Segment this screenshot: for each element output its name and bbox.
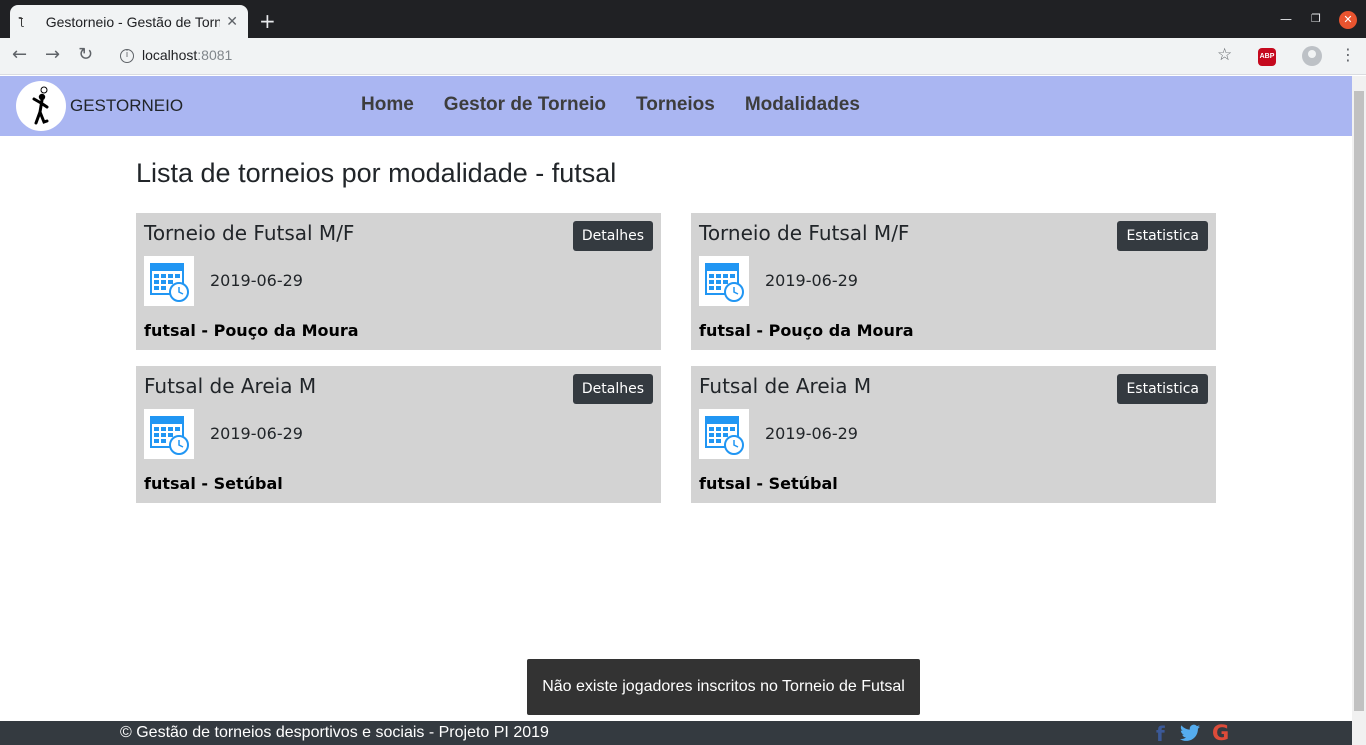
- bookmark-star-icon[interactable]: ☆: [1217, 45, 1232, 65]
- page-title: Lista de torneios por modalidade - futsa…: [136, 158, 617, 188]
- details-button[interactable]: Detalhes: [572, 221, 653, 251]
- new-tab-icon[interactable]: +: [259, 9, 276, 33]
- nav-link-modalidades[interactable]: Modalidades: [745, 94, 860, 116]
- google-icon[interactable]: G: [1212, 721, 1229, 745]
- nav-link-home[interactable]: Home: [361, 94, 414, 116]
- tab-title: Gestorneio - Gestão de Torneio: [45, 13, 221, 30]
- site-info-icon[interactable]: i: [120, 49, 134, 63]
- calendar-icon: [144, 409, 194, 459]
- nav-link-torneios[interactable]: Torneios: [636, 94, 715, 116]
- card-date: 2019-06-29: [210, 271, 303, 290]
- tournament-card: Futsal de Areia M Detalhes 2019-06-29 fu…: [136, 366, 661, 503]
- calendar-icon: [699, 409, 749, 459]
- card-title: Torneio de Futsal M/F: [144, 221, 355, 245]
- navbar: GESTORNEIO Home Gestor de Torneio Tornei…: [0, 76, 1352, 136]
- browser-tab[interactable]: ƪ Gestorneio - Gestão de Torneio ✕: [10, 5, 248, 38]
- tab-close-icon[interactable]: ✕: [226, 14, 238, 30]
- card-location: futsal - Setúbal: [144, 474, 283, 493]
- url-text: localhost:8081: [142, 47, 233, 63]
- card-date: 2019-06-29: [210, 424, 303, 443]
- scrollbar[interactable]: [1352, 76, 1366, 745]
- card-location: futsal - Pouço da Moura: [144, 321, 359, 340]
- toast-message: Não existe jogadores inscritos no Tornei…: [527, 659, 920, 715]
- browser-menu-icon[interactable]: ⋮: [1340, 45, 1356, 64]
- tournament-card: Futsal de Areia M Estatistica 2019-06-29…: [691, 366, 1216, 503]
- card-location: futsal - Pouço da Moura: [699, 321, 914, 340]
- profile-icon[interactable]: [1302, 46, 1322, 66]
- browser-toolbar: ← → ↻ i localhost:8081: [0, 38, 1366, 75]
- card-date: 2019-06-29: [765, 271, 858, 290]
- back-icon[interactable]: ←: [12, 44, 27, 65]
- statistics-button[interactable]: Estatistica: [1117, 374, 1208, 404]
- favicon-icon: ƪ: [20, 15, 24, 28]
- calendar-icon: [699, 256, 749, 306]
- details-button[interactable]: Detalhes: [572, 374, 653, 404]
- nav-link-gestor[interactable]: Gestor de Torneio: [444, 94, 606, 116]
- card-title: Futsal de Areia M: [699, 374, 872, 398]
- browser-tabbar: ƪ Gestorneio - Gestão de Torneio ✕ + — ❐…: [0, 0, 1366, 38]
- tournament-card: Torneio de Futsal M/F Detalhes 2019-06-2…: [136, 213, 661, 350]
- footer: © Gestão de torneios desportivos e socia…: [0, 721, 1352, 745]
- card-title: Torneio de Futsal M/F: [699, 221, 910, 245]
- brand-name[interactable]: GESTORNEIO: [70, 96, 183, 116]
- footer-copyright: © Gestão de torneios desportivos e socia…: [120, 724, 549, 741]
- card-date: 2019-06-29: [765, 424, 858, 443]
- player-logo-icon[interactable]: [16, 81, 66, 131]
- facebook-icon[interactable]: f: [1156, 722, 1165, 745]
- address-bar[interactable]: i localhost:8081: [110, 42, 1250, 71]
- adblock-icon[interactable]: ABP: [1258, 48, 1276, 66]
- tournament-card: Torneio de Futsal M/F Estatistica 2019-0…: [691, 213, 1216, 350]
- calendar-icon: [144, 256, 194, 306]
- scrollbar-thumb[interactable]: [1354, 91, 1364, 711]
- window-close-icon[interactable]: ✕: [1339, 11, 1357, 29]
- minimize-icon[interactable]: —: [1280, 12, 1292, 26]
- statistics-button[interactable]: Estatistica: [1117, 221, 1208, 251]
- reload-icon[interactable]: ↻: [78, 44, 93, 65]
- twitter-icon[interactable]: [1180, 724, 1200, 745]
- page-viewport: GESTORNEIO Home Gestor de Torneio Tornei…: [0, 76, 1352, 745]
- card-location: futsal - Setúbal: [699, 474, 838, 493]
- card-title: Futsal de Areia M: [144, 374, 317, 398]
- maximize-icon[interactable]: ❐: [1311, 12, 1321, 25]
- forward-icon[interactable]: →: [45, 44, 60, 65]
- nav-links: Home Gestor de Torneio Torneios Modalida…: [361, 94, 890, 116]
